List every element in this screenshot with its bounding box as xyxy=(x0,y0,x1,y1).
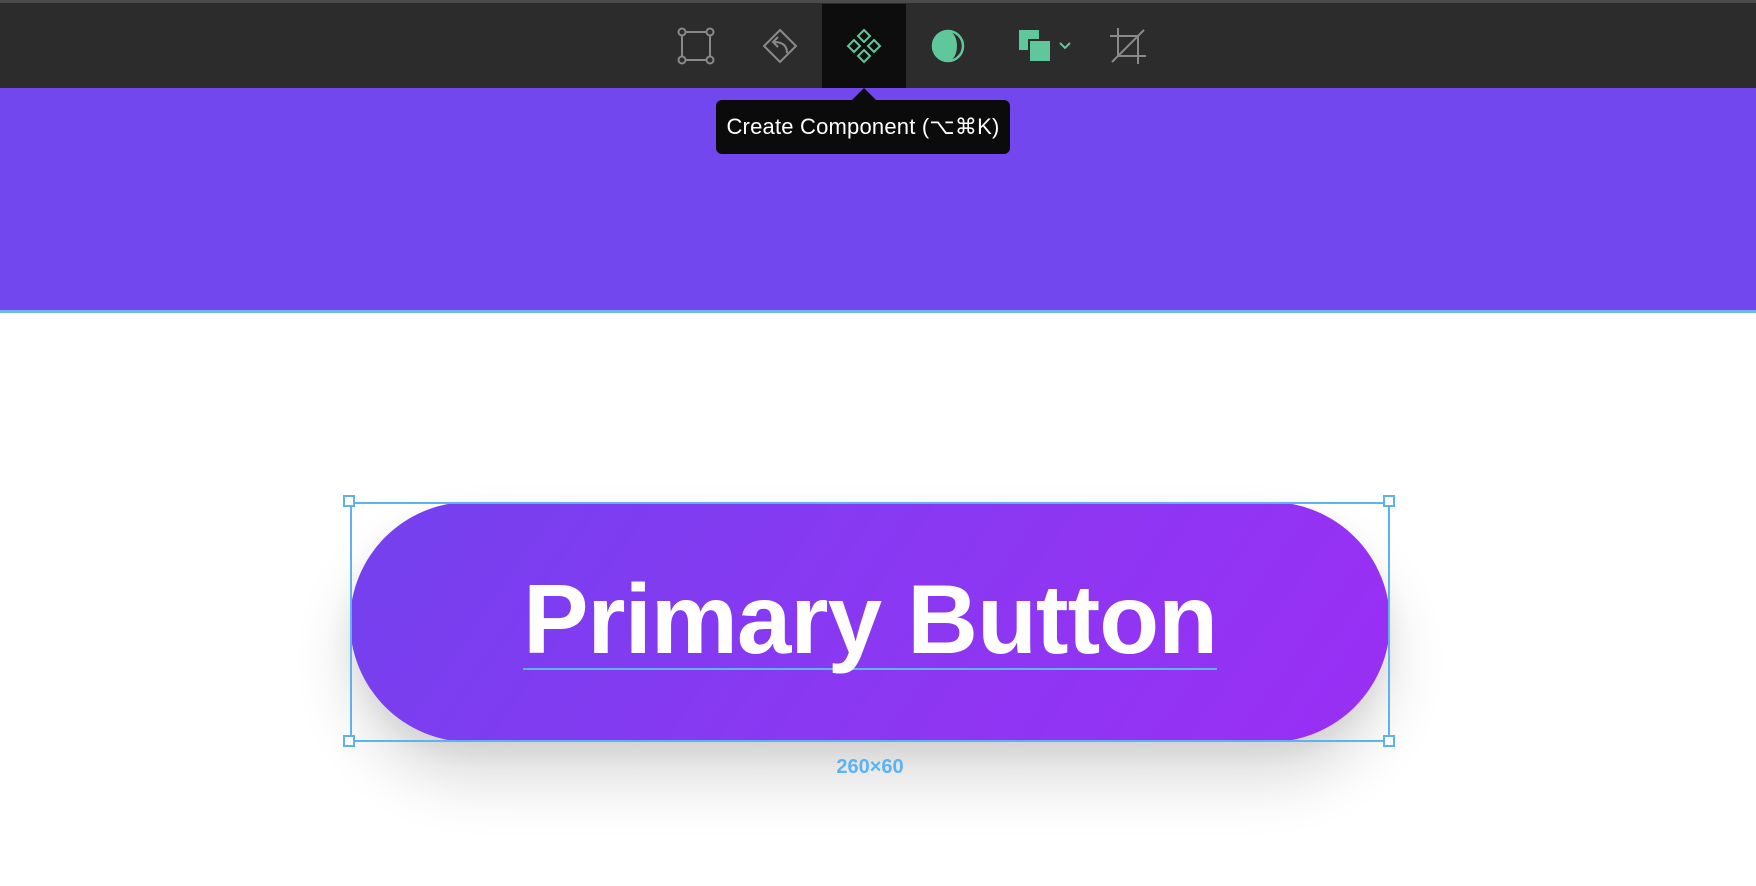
undo-diamond-icon xyxy=(762,28,798,64)
tooltip: Create Component (⌥⌘K) xyxy=(716,100,1010,154)
boolean-tool-button[interactable] xyxy=(738,4,822,88)
resize-handle-top-left[interactable] xyxy=(343,495,355,507)
selection-dimensions-label: 260×60 xyxy=(836,756,904,778)
toolbar xyxy=(0,0,1756,88)
overlapping-squares-icon xyxy=(1019,30,1052,63)
crop-icon xyxy=(1110,28,1146,64)
frame-corners-icon xyxy=(677,27,715,65)
fill-tool-button[interactable] xyxy=(1010,4,1060,88)
contrast-circle-icon xyxy=(931,29,965,63)
primary-button-component[interactable]: Primary Button xyxy=(350,502,1390,742)
mask-tool-button[interactable] xyxy=(906,4,990,88)
crop-tool-button[interactable] xyxy=(1086,4,1170,88)
resize-handle-top-right[interactable] xyxy=(1383,495,1395,507)
chevron-down-icon[interactable] xyxy=(1058,39,1072,53)
primary-button-label[interactable]: Primary Button xyxy=(523,570,1218,670)
tooltip-arrow xyxy=(852,88,876,100)
component-tool-button[interactable] xyxy=(822,4,906,88)
resize-handle-bottom-left[interactable] xyxy=(343,735,355,747)
resize-handle-bottom-right[interactable] xyxy=(1383,735,1395,747)
component-diamonds-icon xyxy=(846,28,882,64)
design-canvas[interactable]: Create Component (⌥⌘K) Primary Button 26… xyxy=(0,0,1756,886)
frame-tool-button[interactable] xyxy=(654,4,738,88)
